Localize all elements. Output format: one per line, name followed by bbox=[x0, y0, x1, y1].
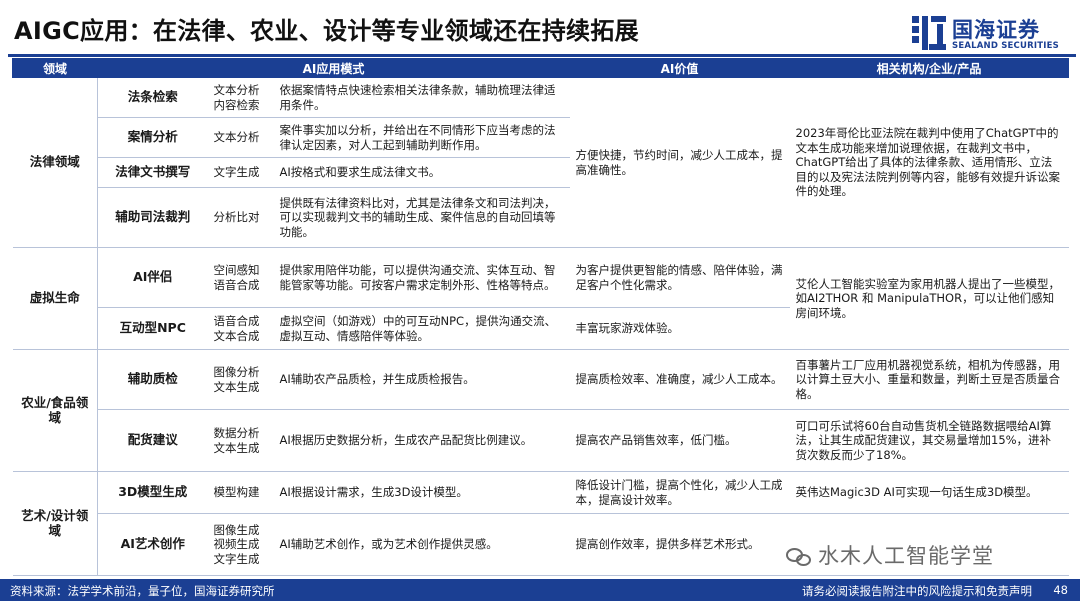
domain-cell: 法律领域 bbox=[12, 77, 98, 248]
sub-cell: 辅助质检 bbox=[97, 349, 208, 410]
watermark-text: 水木人工智能学堂 bbox=[818, 544, 994, 568]
tech-cell: 文字生成 bbox=[207, 157, 274, 188]
desc-cell: AI根据设计需求，生成3D设计模型。 bbox=[273, 471, 570, 514]
application-table: 领域 AI应用模式 AI价值 相关机构/企业/产品 法律领域 法条检索 文本分析… bbox=[12, 58, 1069, 576]
desc-cell: AI辅助艺术创作，或为艺术创作提供灵感。 bbox=[273, 513, 570, 576]
table-row: 配货建议 数据分析 文本生成 AI根据历史数据分析，生成农产品配货比例建议。 提高… bbox=[13, 409, 1069, 472]
tech-cell: 语音合成 文本合成 bbox=[207, 307, 274, 350]
sub-cell: 法律文书撰写 bbox=[97, 157, 208, 188]
tech-cell: 分析比对 bbox=[207, 187, 274, 248]
tech-cell: 图像生成 视频生成 文字生成 bbox=[207, 513, 274, 576]
wechat-icon bbox=[786, 546, 814, 568]
org-cell: 可口可乐试将60台自动售货机全链路数据喂给AI算法，让其生成配货建议，其交易量增… bbox=[789, 409, 1069, 472]
logo-sub-text: SEALAND SECURITIES bbox=[952, 41, 1059, 51]
disclaimer: 请务必阅读报告附注中的风险提示和免责声明 bbox=[802, 584, 1032, 598]
desc-cell: 虚拟空间（如游戏）中的可互动NPC，提供沟通交流、虚拟互动、情感陪伴等体验。 bbox=[273, 307, 570, 350]
domain-cell: 虚拟生命 bbox=[12, 247, 98, 350]
value-cell: 降低设计门槛，提高个性化，减少人工成本，提高设计效率。 bbox=[569, 471, 790, 514]
domain-cell: 艺术/设计领域 bbox=[12, 471, 98, 576]
sub-cell: 法条检索 bbox=[97, 77, 208, 118]
sub-cell: 互动型NPC bbox=[97, 307, 208, 350]
footer-bar: 资料来源：法学学术前沿，量子位，国海证券研究所 请务必阅读报告附注中的风险提示和… bbox=[0, 579, 1080, 601]
table-row: 农业/食品领域 辅助质检 图像分析 文本生成 AI辅助农产品质检，并生成质检报告。… bbox=[12, 349, 1069, 472]
tech-cell: 模型构建 bbox=[207, 471, 274, 514]
sub-cell: 配货建议 bbox=[97, 409, 208, 472]
table-header-row: 领域 AI应用模式 AI价值 相关机构/企业/产品 bbox=[12, 58, 1069, 78]
tech-cell: 图像分析 文本生成 bbox=[207, 349, 274, 410]
sub-cell: 案情分析 bbox=[97, 117, 208, 158]
sealand-logo-icon bbox=[912, 14, 946, 52]
header-mode: AI应用模式 bbox=[97, 58, 570, 78]
page-title: AIGC应用：在法律、农业、设计等专业领域还在持续拓展 bbox=[14, 17, 639, 45]
company-logo: 国海证券 SEALAND SECURITIES bbox=[912, 14, 1060, 54]
desc-cell: 案件事实加以分析，并给出在不同情形下应当考虑的法律认定因素，对人工起到辅助判断作… bbox=[273, 117, 570, 158]
value-cell: 提高农产品销售效率，低门槛。 bbox=[569, 409, 790, 472]
org-cell: 百事薯片工厂应用机器视觉系统，相机为传感器，用以计算土豆大小、重量和数量，判断土… bbox=[789, 349, 1069, 410]
tech-cell: 数据分析 文本生成 bbox=[207, 409, 274, 472]
page-number: 48 bbox=[1053, 583, 1068, 597]
value-cell: 方便快捷，节约时间，减少人工成本，提高准确性。 bbox=[569, 77, 790, 248]
tech-cell: 文本分析 bbox=[207, 117, 274, 158]
desc-cell: AI按格式和要求生成法律文书。 bbox=[273, 157, 570, 188]
desc-cell: 提供既有法律资料比对，尤其是法律条文和司法判决，可以实现裁判文书的辅助生成、案件… bbox=[273, 187, 570, 248]
desc-cell: AI根据历史数据分析，生成农产品配货比例建议。 bbox=[273, 409, 570, 472]
org-cell: 2023年哥伦比亚法院在裁判中使用了ChatGPT中的文本生成功能来增加说理依据… bbox=[789, 77, 1069, 248]
header-org: 相关机构/企业/产品 bbox=[789, 58, 1069, 78]
header-value: AI价值 bbox=[569, 58, 790, 78]
value-cell: 丰富玩家游戏体验。 bbox=[569, 307, 790, 350]
value-cell: 为客户提供更智能的情感、陪伴体验，满足客户个性化需求。 bbox=[569, 247, 790, 308]
sub-cell: 3D模型生成 bbox=[97, 471, 208, 514]
value-cell: 提高创作效率，提供多样艺术形式。 bbox=[569, 513, 790, 576]
domain-cell: 农业/食品领域 bbox=[12, 349, 98, 472]
desc-cell: 提供家用陪伴功能，可以提供沟通交流、实体互动、智能管家等功能。可按客户需求定制外… bbox=[273, 247, 570, 308]
value-cell: 提高质检效率、准确度，减少人工成本。 bbox=[569, 349, 790, 410]
sub-cell: 辅助司法裁判 bbox=[97, 187, 208, 248]
desc-cell: AI辅助农产品质检，并生成质检报告。 bbox=[273, 349, 570, 410]
sub-cell: AI艺术创作 bbox=[97, 513, 208, 576]
desc-cell: 依据案情特点快速检索相关法律条款，辅助梳理法律适用条件。 bbox=[273, 77, 570, 118]
title-divider bbox=[8, 54, 1076, 57]
header-domain: 领域 bbox=[12, 58, 98, 78]
table-row: 法律领域 法条检索 文本分析 内容检索 依据案情特点快速检索相关法律条款，辅助梳理… bbox=[12, 77, 1069, 248]
table-row: 虚拟生命 AI伴侣 空间感知 语音合成 提供家用陪伴功能，可以提供沟通交流、实体互… bbox=[12, 247, 1069, 350]
tech-cell: 空间感知 语音合成 bbox=[207, 247, 274, 308]
tech-cell: 文本分析 内容检索 bbox=[207, 77, 274, 118]
watermark: 水木人工智能学堂 bbox=[786, 540, 994, 570]
table-row: 艺术/设计领域 3D模型生成 模型构建 AI根据设计需求，生成3D设计模型。 降… bbox=[12, 471, 1069, 576]
org-cell: 英伟达Magic3D AI可实现一句话生成3D模型。 bbox=[789, 471, 1069, 514]
logo-brand-text: 国海证券 bbox=[952, 18, 1040, 42]
source-note: 资料来源：法学学术前沿，量子位，国海证券研究所 bbox=[10, 584, 275, 598]
sub-cell: AI伴侣 bbox=[97, 247, 208, 308]
org-cell: 艾伦人工智能实验室为家用机器人提出了一些模型，如AI2THOR 和 Manipu… bbox=[789, 247, 1069, 350]
